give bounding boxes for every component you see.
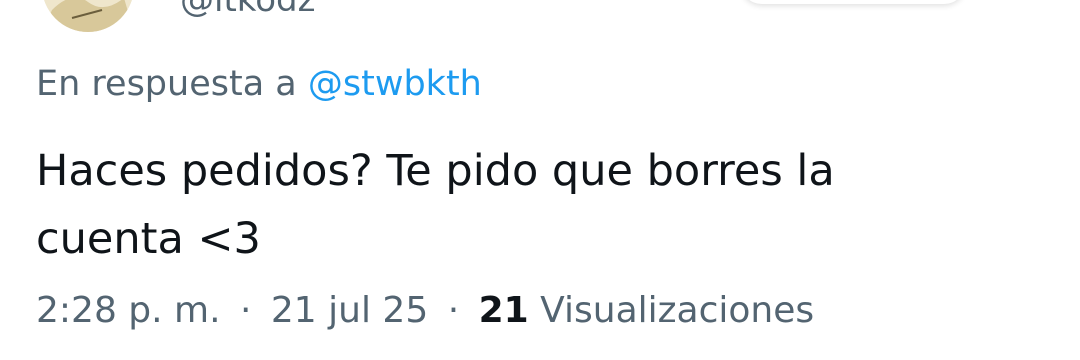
views-label[interactable]: Visualizaciones	[540, 290, 814, 331]
reply-mention-link[interactable]: @stwbkth	[308, 64, 482, 104]
tweet-time[interactable]: 2:28 p. m.	[36, 290, 221, 331]
tweet-text-line-1: Haces pedidos? Te pido que borres la	[36, 146, 835, 196]
follow-button[interactable]	[740, 0, 966, 4]
tweet-text-line-2: cuenta <3	[36, 214, 261, 264]
reply-prefix: En respuesta a	[36, 64, 297, 104]
meta-separator-1: ·	[240, 290, 252, 331]
author-avatar[interactable]	[42, 0, 134, 32]
avatar-illustration-icon	[42, 0, 134, 32]
meta-separator-2: ·	[447, 290, 460, 331]
views-count[interactable]: 21	[479, 290, 529, 331]
author-handle[interactable]: @itkodz	[180, 0, 316, 20]
tweet-text: Haces pedidos? Te pido que borres la cue…	[36, 137, 1036, 273]
reply-context: En respuesta a @stwbkth	[36, 64, 482, 104]
tweet-date[interactable]: 21 jul 25	[271, 290, 428, 331]
tweet-metadata: 2:28 p. m. · 21 jul 25 · 21 Visualizacio…	[36, 290, 814, 331]
